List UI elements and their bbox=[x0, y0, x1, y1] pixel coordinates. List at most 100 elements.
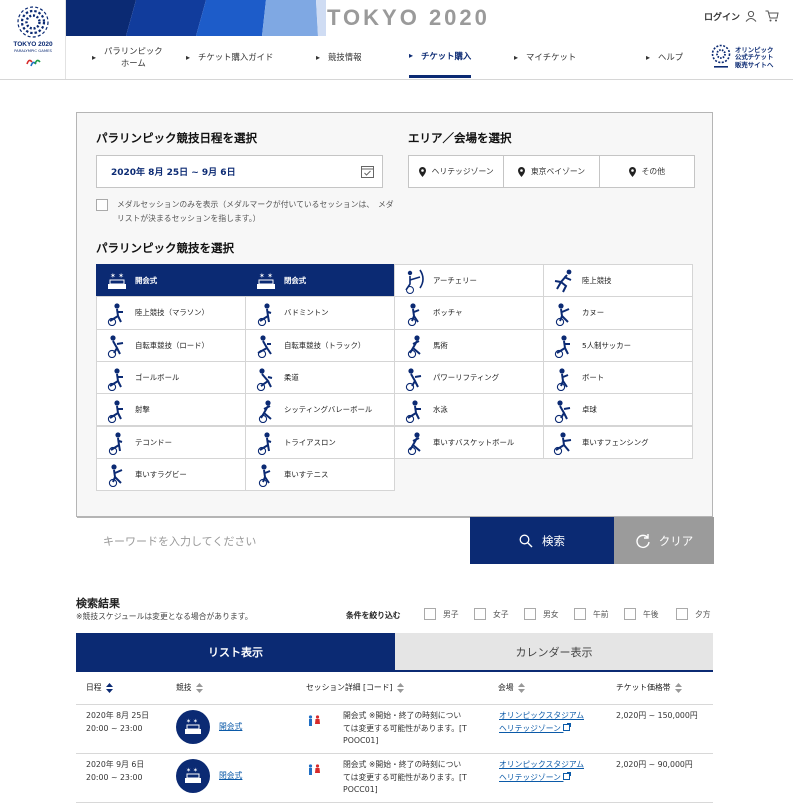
sport-option-10[interactable]: 馬術 bbox=[394, 328, 544, 362]
nav-item-0[interactable]: ▸ パラリンピック ホーム bbox=[92, 36, 163, 78]
tennis-icon bbox=[258, 464, 271, 488]
nav-item-2[interactable]: ▸ 競技情報 bbox=[316, 36, 362, 78]
search-button[interactable]: 検索 bbox=[470, 517, 614, 564]
sport-option-12[interactable]: ゴールボール bbox=[96, 360, 246, 395]
column-header-1[interactable]: 競技 bbox=[176, 682, 203, 693]
sport-option-25[interactable]: 車いすテニス bbox=[245, 457, 395, 492]
column-header-0[interactable]: 日程 bbox=[86, 682, 113, 693]
column-header-3[interactable]: 会場 bbox=[498, 682, 525, 693]
sort-icon bbox=[195, 682, 203, 693]
schedule-title: パラリンピック競技日程を選択 bbox=[96, 131, 257, 145]
row-time-value: 20:00 ~ 23:00 bbox=[86, 772, 143, 782]
sport-option-6[interactable]: ボッチャ bbox=[394, 296, 544, 330]
tab-calendar-view[interactable]: カレンダー表示 bbox=[395, 633, 713, 670]
login-link[interactable]: ログイン bbox=[704, 10, 740, 23]
filter-checkbox[interactable] bbox=[424, 608, 436, 620]
user-icon[interactable] bbox=[745, 10, 757, 22]
row-sport-link[interactable]: 閉会式 bbox=[219, 770, 242, 783]
sport-option-18[interactable]: 水泳 bbox=[394, 393, 544, 427]
sport-option-23[interactable]: 車いすフェンシング bbox=[543, 425, 693, 459]
area-option-label: 東京ベイゾーン bbox=[530, 167, 586, 176]
filter-option-2[interactable]: 男女 bbox=[524, 608, 559, 620]
row-zone-link[interactable]: ヘリテッジゾーン bbox=[499, 771, 584, 785]
date-range-picker[interactable]: 2020年 8月 25日 ~ 9月 6日 bbox=[96, 155, 383, 188]
filter-checkbox[interactable] bbox=[474, 608, 486, 620]
olympic-ticket-site-link[interactable]: オリンピック 公式チケット 販売サイトへ bbox=[711, 42, 791, 74]
sport-option-8[interactable]: 自転車競技（ロード） bbox=[96, 328, 246, 362]
nav-item-5[interactable]: ▸ ヘルプ bbox=[646, 36, 683, 78]
row-venue-link[interactable]: オリンピックスタジアム bbox=[499, 759, 584, 772]
sport-pictogram bbox=[395, 266, 435, 296]
nav-arrow-icon: ▸ bbox=[646, 52, 651, 62]
filter-option-0[interactable]: 男子 bbox=[424, 608, 459, 620]
filter-option-1[interactable]: 女子 bbox=[474, 608, 509, 620]
sport-pictogram bbox=[395, 298, 435, 328]
area-option-1[interactable]: 東京ベイゾーン bbox=[504, 156, 600, 187]
sport-option-0[interactable]: ✶ ✶ 開会式 bbox=[96, 264, 246, 298]
keyword-input[interactable]: キーワードを入力してください bbox=[77, 517, 470, 564]
sport-option-15[interactable]: ボート bbox=[543, 360, 693, 395]
cart-icon[interactable] bbox=[765, 10, 779, 22]
column-header-2[interactable]: セッション詳細 [コード] bbox=[306, 682, 404, 693]
sport-option-22[interactable]: 車いすバスケットボール bbox=[394, 425, 544, 459]
sport-option-label: カヌー bbox=[582, 308, 605, 318]
filter-checkbox[interactable] bbox=[624, 608, 636, 620]
sport-option-2[interactable]: アーチェリー bbox=[394, 264, 544, 298]
row-sport-link[interactable]: 開会式 bbox=[219, 721, 242, 734]
sport-option-21[interactable]: トライアスロン bbox=[245, 425, 395, 459]
sport-option-13[interactable]: 柔道 bbox=[245, 360, 395, 395]
sport-option-4[interactable]: 陸上競技（マラソン） bbox=[96, 296, 246, 330]
clear-button[interactable]: クリア bbox=[614, 517, 714, 564]
column-header-4[interactable]: チケット価格帯 bbox=[616, 682, 682, 693]
nav-item-label: チケット購入ガイド bbox=[198, 52, 274, 62]
tab-list-view[interactable]: リスト表示 bbox=[76, 633, 395, 670]
marathon-icon bbox=[107, 303, 123, 326]
filter-option-label: 午前 bbox=[593, 609, 609, 619]
row-venue-link[interactable]: オリンピックスタジアム bbox=[499, 710, 584, 723]
sport-option-16[interactable]: 射撃 bbox=[96, 393, 246, 427]
medal-session-checkbox[interactable] bbox=[96, 199, 108, 211]
nav-item-1[interactable]: ▸ チケット購入ガイド bbox=[186, 36, 273, 78]
results-note: ※競技スケジュールは変更となる場合があります。 bbox=[76, 612, 253, 621]
rugby-icon bbox=[108, 464, 123, 488]
tokyo2020-logo[interactable]: TOKYO 2020 PARALYMPIC GAMES bbox=[0, 0, 66, 79]
sport-option-3[interactable]: 陸上競技 bbox=[543, 264, 693, 298]
sport-option-1[interactable]: ✶ ✶ 閉会式 bbox=[245, 264, 395, 298]
nav-item-label: マイチケット bbox=[526, 52, 577, 62]
sport-option-label: 射撃 bbox=[135, 405, 150, 415]
sport-pictogram bbox=[97, 363, 137, 393]
sport-option-label: 陸上競技（マラソン） bbox=[135, 308, 209, 318]
filter-checkbox[interactable] bbox=[524, 608, 536, 620]
sport-option-17[interactable]: シッティングバレーボール bbox=[245, 393, 395, 427]
sport-option-20[interactable]: テコンドー bbox=[96, 425, 246, 459]
nav-item-4[interactable]: ▸ マイチケット bbox=[514, 36, 576, 78]
nav-item-3[interactable]: ▸ チケット購入 bbox=[409, 36, 472, 78]
row-zone-link[interactable]: ヘリテッジゾーン bbox=[499, 722, 584, 736]
table-header-divider bbox=[76, 704, 713, 705]
filter-option-3[interactable]: 午前 bbox=[574, 608, 609, 620]
sport-option-label: トライアスロン bbox=[284, 437, 336, 447]
filter-option-4[interactable]: 午後 bbox=[624, 608, 659, 620]
row-price: 2,020円 ~ 150,000円 bbox=[616, 711, 698, 720]
calendar-icon bbox=[361, 166, 374, 178]
sport-option-14[interactable]: パワーリフティング bbox=[394, 360, 544, 395]
sport-option-9[interactable]: 自転車競技（トラック） bbox=[245, 328, 395, 362]
logo-text: TOKYO 2020 bbox=[13, 41, 53, 48]
sport-pictogram bbox=[97, 427, 137, 457]
filter-option-5[interactable]: 夕方 bbox=[676, 608, 711, 620]
sport-option-label: 車いすフェンシング bbox=[582, 437, 649, 447]
nav-arrow-icon: ▸ bbox=[316, 52, 321, 62]
sport-option-7[interactable]: カヌー bbox=[543, 296, 693, 330]
sport-option-5[interactable]: バドミントン bbox=[245, 296, 395, 330]
filter-checkbox[interactable] bbox=[676, 608, 688, 620]
area-option-2[interactable]: その他 bbox=[600, 156, 694, 187]
sport-option-11[interactable]: 5人制サッカー bbox=[543, 328, 693, 362]
area-option-0[interactable]: ヘリテッジゾーン bbox=[409, 156, 505, 187]
powerlifting-icon bbox=[405, 367, 422, 391]
sport-option-24[interactable]: 車いすラグビー bbox=[96, 457, 246, 492]
sport-option-19[interactable]: 卓球 bbox=[543, 393, 693, 427]
filter-checkbox[interactable] bbox=[574, 608, 586, 620]
sport-option-label: 開会式 bbox=[135, 276, 158, 286]
row-date-value: 2020年 8月 25日 bbox=[86, 711, 150, 720]
fencing-icon bbox=[553, 432, 572, 456]
